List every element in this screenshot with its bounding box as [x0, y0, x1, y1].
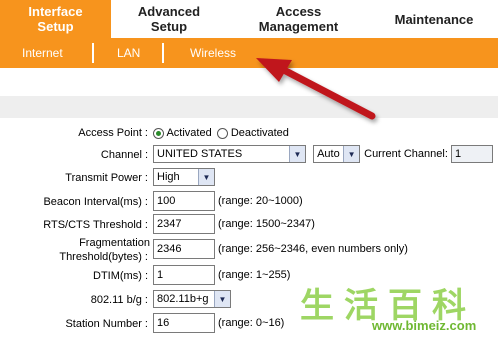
watermark-url: www.bimeiz.com: [372, 318, 477, 333]
watermark-logo: 生活百科 www.bimeiz.com: [300, 278, 498, 342]
